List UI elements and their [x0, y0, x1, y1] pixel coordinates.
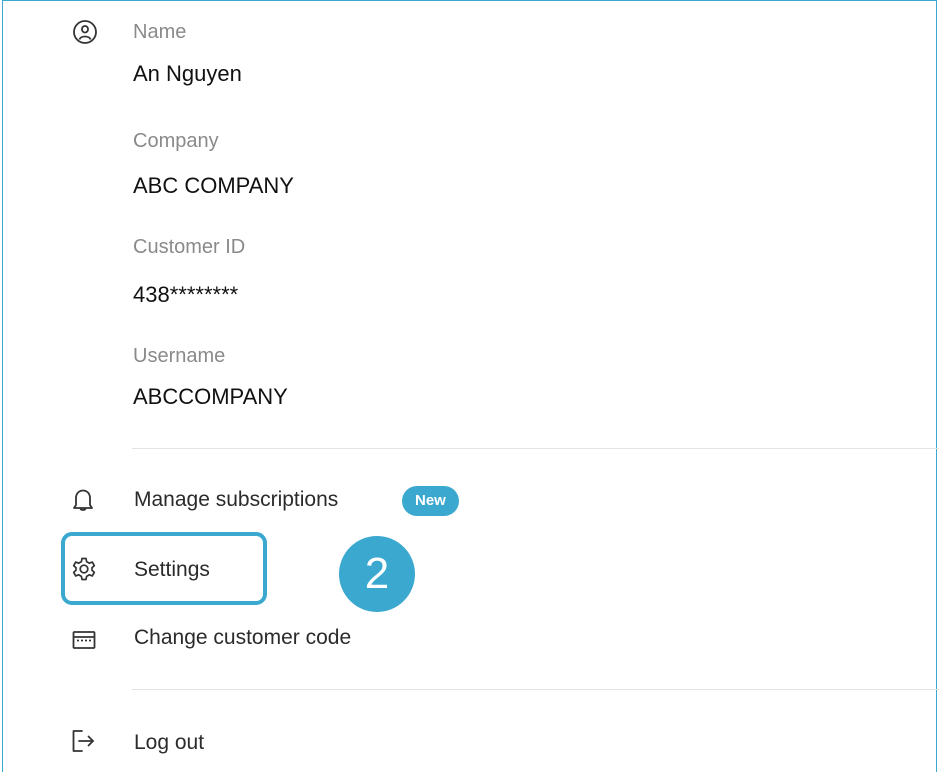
logout-icon	[70, 728, 96, 754]
manage-subscriptions-label: Manage subscriptions	[134, 488, 339, 511]
name-label: Name	[133, 21, 187, 43]
user-icon	[72, 19, 98, 45]
username-label: Username	[133, 345, 226, 367]
username-value: ABCCOMPANY	[133, 384, 288, 409]
card-icon	[71, 627, 97, 653]
customer-id-label: Customer ID	[133, 236, 246, 258]
divider	[132, 689, 939, 690]
divider	[132, 448, 939, 449]
step-number-badge: 2	[339, 536, 415, 612]
bell-icon	[70, 487, 96, 513]
change-customer-code-label: Change customer code	[134, 626, 352, 649]
new-badge: New	[402, 486, 459, 516]
log-out-label: Log out	[134, 731, 205, 754]
name-value: An Nguyen	[133, 61, 242, 86]
settings-highlight-box	[61, 532, 267, 605]
customer-id-value: 438********	[133, 282, 239, 307]
company-value: ABC COMPANY	[133, 173, 294, 198]
company-label: Company	[133, 130, 219, 152]
